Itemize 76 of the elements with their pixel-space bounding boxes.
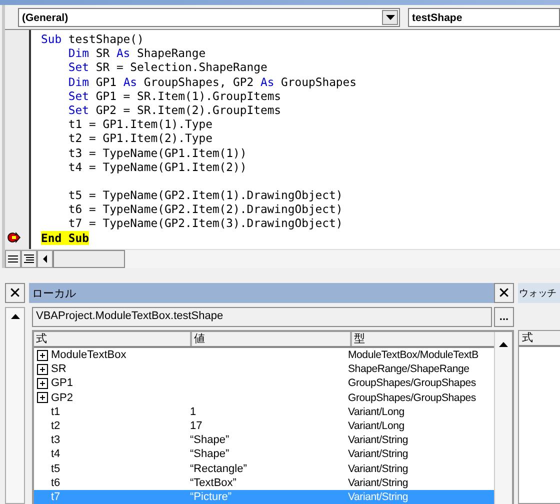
module-view-icon[interactable] <box>21 250 37 268</box>
expand-icon[interactable] <box>37 378 48 389</box>
table-row[interactable]: t5 “Rectangle” Variant/String <box>34 462 494 476</box>
variable-name: t7 <box>50 490 60 504</box>
expand-icon[interactable] <box>37 364 48 375</box>
expand-icon[interactable] <box>37 350 48 361</box>
scrollbar-thumb[interactable] <box>53 250 125 268</box>
table-row[interactable]: t6 “TextBox” Variant/String <box>34 476 494 490</box>
variable-value: “Shape” <box>190 434 230 446</box>
variable-type: Variant/Long <box>348 420 404 432</box>
procedure-view-icon[interactable] <box>5 250 21 268</box>
variable-name: t1 <box>50 404 60 419</box>
column-header[interactable]: 式 <box>34 332 192 346</box>
close-button[interactable]: ✕ <box>5 283 25 303</box>
code-line: t4 = TypeName(GP1.Item(2)) <box>67 160 247 174</box>
panel-title: ローカル <box>32 286 76 300</box>
code-line: t2 = GP1.Item(2).Type <box>67 131 212 146</box>
variable-value: “Shape” <box>190 448 230 460</box>
variable-type: Variant/Long <box>348 406 404 418</box>
code-line: Set SR = Selection.ShapeRange <box>67 60 268 74</box>
code-line: t1 = GP1.Item(1).Type <box>67 117 212 132</box>
variable-value: “Rectangle” <box>190 462 247 474</box>
close-button[interactable]: ✕ <box>494 283 514 303</box>
scroll-left-icon[interactable] <box>42 255 48 263</box>
code-line: Set GP2 = SR.Item(2).GroupItems <box>67 102 282 117</box>
code-line: t5 = TypeName(GP2.Item(1).DrawingObject) <box>67 188 343 202</box>
code-line: t7 = TypeName(GP2.Item(3).DrawingObject) <box>67 216 343 230</box>
variable-value: 1 <box>190 406 196 418</box>
variable-type: Variant/String <box>348 434 408 446</box>
table-row[interactable]: t3 “Shape” Variant/String <box>34 433 494 448</box>
variable-name: t5 <box>50 462 60 476</box>
table-row[interactable]: t2 17 Variant/Long <box>34 418 494 434</box>
table-row[interactable]: t4 “Shape” Variant/String <box>34 447 494 462</box>
table-row[interactable]: ModuleTextBox ModuleTextBox/ModuleTextB <box>34 348 494 362</box>
object-dropdown[interactable]: (General) <box>18 8 400 27</box>
variable-name: SR <box>51 362 66 376</box>
variable-name: t6 <box>50 476 60 490</box>
column-header[interactable]: 値 <box>192 332 352 346</box>
variable-type: GroupShapes/GroupShapes <box>348 392 476 404</box>
scrollbar[interactable] <box>5 307 25 504</box>
variable-name: GP2 <box>51 390 74 405</box>
code-line: Sub testShape() <box>41 32 144 46</box>
context-field: VBAProject.ModuleTextBox.testShape <box>32 307 492 327</box>
code-line: t6 = TypeName(GP2.Item(2).DrawingObject) <box>67 202 343 216</box>
column-header[interactable]: 式 <box>519 331 560 347</box>
variable-type: Variant/String <box>348 462 408 474</box>
column-header[interactable]: 型 <box>352 332 494 346</box>
variable-type: Variant/String <box>348 490 408 503</box>
code-line: Set GP1 = SR.Item(1).GroupItems <box>67 88 282 103</box>
scrollbar[interactable] <box>494 332 512 504</box>
scroll-up-icon[interactable] <box>10 314 20 319</box>
code-line: Dim GP1 As GroupShapes, GP2 As GroupShapes <box>67 74 356 89</box>
variable-type: GroupShapes/GroupShapes <box>348 377 476 390</box>
variable-value: 17 <box>190 420 202 432</box>
variable-type: Variant/String <box>348 476 408 489</box>
table-row[interactable]: GP1 GroupShapes/GroupShapes <box>34 376 494 391</box>
variable-name: t4 <box>50 447 60 462</box>
variable-type: ModuleTextBox/ModuleTextB <box>348 349 478 361</box>
variable-type: ShapeRange/ShapeRange <box>348 363 470 376</box>
variable-name: t2 <box>50 418 60 434</box>
table-row[interactable]: SR ShapeRange/ShapeRange <box>34 362 494 376</box>
variable-name: ModuleTextBox <box>51 348 126 362</box>
variable-value: “TextBox” <box>190 476 236 489</box>
panel-title: ウォッチ <box>519 286 557 300</box>
variable-name: GP1 <box>51 376 74 391</box>
variable-type: Variant/String <box>348 448 408 460</box>
code-line: Dim SR As ShapeRange <box>67 46 206 60</box>
code-line: t3 = TypeName(GP1.Item(1)) <box>67 146 247 160</box>
variable-value: “Picture” <box>190 490 232 503</box>
expand-icon[interactable] <box>37 392 48 404</box>
scroll-up-icon[interactable] <box>499 342 508 347</box>
procedure-dropdown[interactable]: testShape <box>408 8 560 27</box>
variable-name: t3 <box>50 433 60 448</box>
table-row[interactable]: GP2 GroupShapes/GroupShapes <box>34 390 494 405</box>
call-stack-button[interactable]: ... <box>494 307 514 327</box>
table-row[interactable]: t1 1 Variant/Long <box>34 404 494 419</box>
